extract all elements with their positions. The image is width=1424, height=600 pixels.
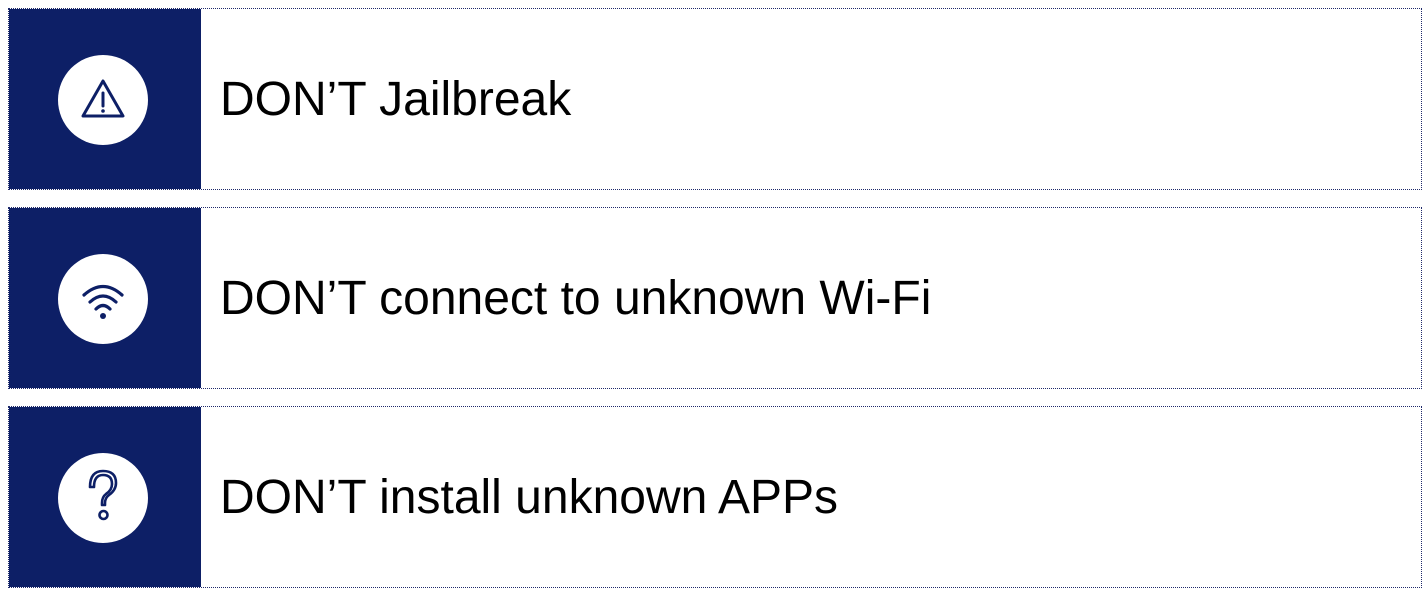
list-item-wifi: DON’T connect to unknown Wi-Fi <box>8 207 1422 389</box>
icon-panel <box>9 9 201 189</box>
icon-panel <box>9 208 201 388</box>
icon-panel <box>9 407 201 587</box>
wifi-icon <box>82 284 124 319</box>
question-mark-icon <box>88 469 118 521</box>
icon-circle <box>58 254 148 344</box>
item-label: DON’T install unknown APPs <box>220 470 839 524</box>
warning-triangle-icon <box>81 79 125 118</box>
icon-circle <box>58 55 148 145</box>
icon-circle <box>58 453 148 543</box>
item-label: DON’T connect to unknown Wi-Fi <box>220 271 932 325</box>
list-item-apps: DON’T install unknown APPs <box>8 406 1422 588</box>
list-item-jailbreak: DON’T Jailbreak <box>8 8 1422 190</box>
item-label: DON’T Jailbreak <box>220 72 572 126</box>
